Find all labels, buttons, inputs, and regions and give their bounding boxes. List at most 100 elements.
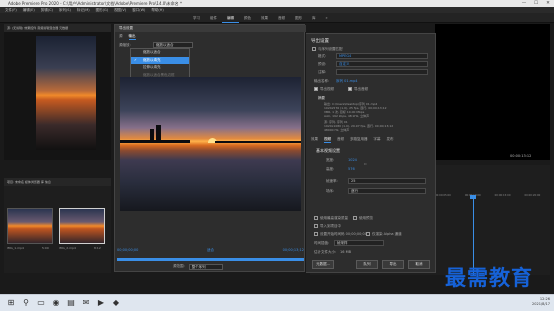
file-size-label: 估计文件大小: — [314, 250, 337, 254]
format-select[interactable]: MPEG4 — [336, 53, 428, 59]
width-label: 宽度: — [326, 158, 335, 162]
start-icon[interactable]: ⊞ — [6, 298, 16, 308]
window-title: Adobe Premiere Pro 2020 - C:\用户\Administ… — [8, 1, 182, 6]
import-into-project-label: 导入到项目中 — [320, 224, 341, 228]
preset-select[interactable]: 自定义 — [336, 61, 428, 67]
maximize-button[interactable]: ☐ — [530, 0, 542, 7]
use-previews-checkbox[interactable] — [353, 216, 357, 220]
summary-line: 48000 Hz, 立体声 — [324, 128, 350, 132]
scale-menu-item[interactable]: ✓ 缩放以填充 — [131, 56, 189, 64]
import-into-project-checkbox[interactable] — [314, 224, 318, 228]
time-interpolation-select[interactable]: 帧采样 — [334, 240, 384, 246]
workspace-tab[interactable]: 组件 — [205, 13, 222, 23]
settings-tab[interactable]: 字幕 — [374, 137, 381, 143]
close-button[interactable]: ✕ — [542, 0, 554, 7]
summary-line: AAC, 192 kbps, 48 kHz, 立体声 — [324, 114, 370, 118]
output-name-label: 输出名称: — [314, 79, 330, 83]
settings-tab[interactable]: 视频 — [324, 137, 331, 143]
workspace-tab[interactable]: 效果 — [256, 13, 273, 23]
settings-tabs: 效果 视频 音频 多路复用器 字幕 发布 — [311, 137, 394, 143]
workspace-tab[interactable]: 音频 — [273, 13, 290, 23]
source-tab-bar[interactable]: 源: (无剪辑) 效果控件 音频剪辑混合器 元数据 — [4, 24, 111, 32]
comment-label: 注释: — [318, 70, 327, 74]
scale-label: 源缩放: — [119, 43, 131, 47]
export-video-label: 导出视频 — [320, 87, 334, 91]
export-settings-dialog: 导出设置 源 输出 源缩放: 缩放以适合 缩放以适合 ✓ 缩放以填充 拉伸以填充 缩放以… — [114, 24, 306, 272]
export-audio-label: 导出音频 — [354, 87, 368, 91]
source-range-row: 源范围: 整个序列 — [173, 264, 223, 270]
ruler-label: 00:00:05:00 — [435, 194, 451, 197]
browser-icon[interactable]: ◉ — [51, 298, 61, 308]
workspace-tab[interactable]: 学习 — [188, 13, 205, 23]
export-fit-select[interactable]: 适合 — [207, 248, 214, 255]
tray-date: 2021/8/17 — [532, 302, 550, 306]
minimize-button[interactable]: — — [518, 0, 530, 7]
export-video-checkbox[interactable] — [314, 87, 318, 91]
task-view-icon[interactable]: ▭ — [36, 298, 46, 308]
media-player-icon[interactable]: ▶ — [96, 298, 106, 308]
match-sequence-label: 与序列设置匹配 — [318, 47, 343, 51]
program-timecode[interactable]: 00:00:13:12 — [510, 154, 531, 158]
scale-menu-label: 缩放以填充 — [143, 57, 161, 62]
format-label: 格式: — [318, 54, 327, 58]
fps-select[interactable]: 25 — [348, 178, 426, 184]
shoreline-shape — [215, 141, 301, 143]
export-audio-checkbox[interactable] — [348, 87, 352, 91]
mail-icon[interactable]: ✉ — [81, 298, 91, 308]
settings-tab[interactable]: 发布 — [387, 137, 394, 143]
output-name-link[interactable]: 序列 01.mp4 — [336, 79, 358, 84]
settings-tab[interactable]: 效果 — [311, 137, 318, 143]
system-tray-clock[interactable]: 12:26 2021/8/17 — [532, 297, 550, 307]
workspace-tab[interactable]: 编辑 — [222, 13, 239, 23]
scale-menu-label: 缩放以适合 — [143, 50, 161, 54]
clip-name-1: IMG_1.mp4 — [7, 246, 24, 250]
export-tc-start[interactable]: 00;00;00;00 — [117, 248, 138, 255]
timeline-ruler[interactable]: 00:00:05:00 00:00:10:00 00:00:15:00 00:0… — [435, 194, 546, 198]
workspace-tab[interactable]: 图形 — [290, 13, 307, 23]
search-icon[interactable]: ⚲ — [21, 298, 31, 308]
workspace-tab[interactable]: 库 — [307, 13, 321, 23]
field-order-select[interactable]: 逐行 — [348, 188, 426, 194]
workspace-tab[interactable]: 颜色 — [239, 13, 256, 23]
link-icon[interactable]: ⊏ — [364, 162, 367, 166]
scale-menu-item[interactable]: 拉伸以填充 — [131, 64, 189, 72]
project-tab-bar[interactable]: 项目: 未命名 媒体浏览器 库 信息 — [4, 178, 111, 186]
scale-menu-item[interactable]: 缩放以适合 — [131, 49, 189, 57]
start-timecode-checkbox[interactable] — [314, 232, 318, 236]
comment-field[interactable] — [336, 69, 428, 75]
queue-button[interactable]: 队列 — [356, 260, 378, 269]
clip-thumbnail-1[interactable] — [7, 208, 53, 244]
scale-menu-label: 缩放以适合黑色边框 — [143, 72, 175, 77]
workspace-tabs: 学习 组件 编辑 颜色 效果 音频 图形库» — [188, 13, 333, 23]
skyline-shape — [120, 140, 190, 143]
settings-tab[interactable]: 音频 — [337, 137, 344, 143]
source-range-select[interactable]: 整个序列 — [188, 264, 223, 270]
max-render-quality-checkbox[interactable] — [314, 216, 318, 220]
tab-output[interactable]: 输出 — [128, 34, 136, 40]
width-value[interactable]: 1024 — [348, 158, 357, 162]
ruler-label: 00:00:20:00 — [524, 194, 541, 197]
clip-name-2: IMG_2.mp4 — [59, 246, 76, 250]
height-value[interactable]: 576 — [348, 167, 355, 171]
field-order-label: 场序: — [326, 189, 335, 193]
clip-thumbnail-2[interactable] — [59, 208, 105, 244]
max-render-quality-label: 使用最高渲染质量 — [320, 216, 348, 220]
match-sequence-checkbox[interactable] — [312, 47, 316, 51]
settings-tab[interactable]: 多路复用器 — [350, 137, 368, 143]
source-monitor: 源: (无剪辑) 效果控件 音频剪辑混合器 元数据 00:00:00:00 — [4, 24, 111, 182]
dialog-title: 导出设置 — [115, 25, 306, 32]
cancel-button[interactable]: 取消 — [408, 260, 430, 269]
workspace-tab[interactable]: » — [321, 13, 333, 23]
fps-label: 帧速率: — [326, 179, 338, 183]
metadata-button[interactable]: 元数据... — [312, 260, 334, 269]
watermark-text: 最需教育 — [445, 266, 533, 290]
source-range-label: 源范围: — [173, 264, 185, 268]
export-tc-end[interactable]: 00;00;13;12 — [283, 248, 304, 255]
premiere-icon[interactable]: ◆ — [111, 298, 121, 308]
export-button[interactable]: 导出 — [382, 260, 404, 269]
export-range-slider[interactable] — [117, 258, 304, 261]
settings-section-title: 导出设置 — [311, 39, 329, 44]
tab-source[interactable]: 源 — [119, 34, 123, 40]
file-explorer-icon[interactable]: ▤ — [66, 298, 76, 308]
alpha-only-checkbox[interactable] — [366, 232, 370, 236]
